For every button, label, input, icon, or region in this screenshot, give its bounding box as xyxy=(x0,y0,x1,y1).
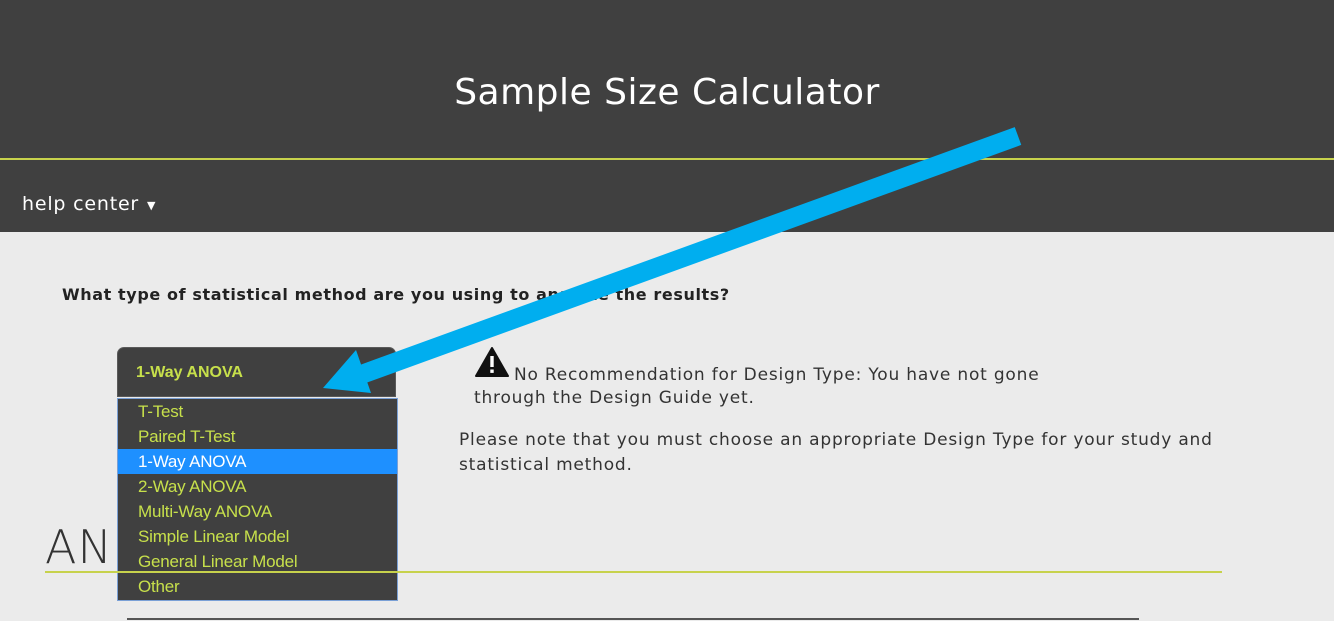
header-banner: Sample Size Calculator xyxy=(0,0,1334,158)
help-center-label: help center xyxy=(22,193,140,215)
option-2-way-anova[interactable]: 2-Way ANOVA xyxy=(118,474,397,499)
page-title: Sample Size Calculator xyxy=(454,72,880,113)
method-select[interactable]: 1-Way ANOVA ▼ xyxy=(117,347,396,397)
design-type-note: Please note that you must choose an appr… xyxy=(459,430,1213,475)
option-multi-way-anova[interactable]: Multi-Way ANOVA xyxy=(118,499,397,524)
option-paired-t-test[interactable]: Paired T-Test xyxy=(118,424,397,449)
option-t-test[interactable]: T-Test xyxy=(118,399,397,424)
chevron-down-icon: ▼ xyxy=(374,363,385,379)
page: Sample Size Calculator help center ▼ Wha… xyxy=(0,0,1334,621)
option-simple-linear-model[interactable]: Simple Linear Model xyxy=(118,524,397,549)
section-divider xyxy=(45,571,1222,573)
option-other[interactable]: Other xyxy=(118,574,397,599)
method-question: What type of statistical method are you … xyxy=(62,285,730,304)
caret-down-icon: ▼ xyxy=(147,198,157,212)
method-select-value: 1-Way ANOVA xyxy=(136,364,243,381)
recommendation-message-cont: through the Design Guide yet. xyxy=(474,388,755,408)
recommendation-message: No Recommendation for Design Type: You h… xyxy=(514,365,1040,385)
warning-triangle-icon xyxy=(475,347,509,377)
nav-bar: help center ▼ xyxy=(0,160,1334,232)
section-heading: AN xyxy=(45,520,113,574)
option-1-way-anova[interactable]: 1-Way ANOVA xyxy=(118,449,397,474)
help-center-menu[interactable]: help center ▼ xyxy=(22,193,156,215)
